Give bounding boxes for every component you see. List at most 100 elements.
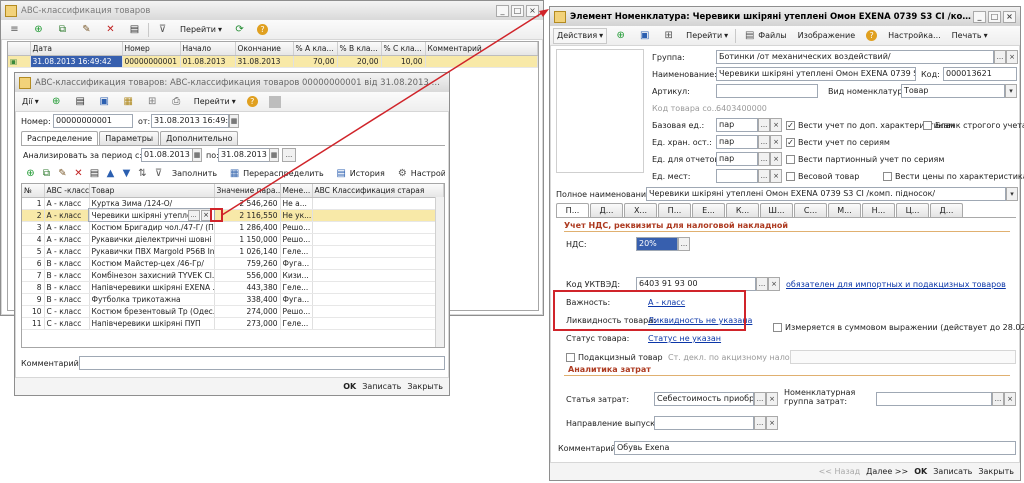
cell-manager[interactable]: Не ук... [280, 209, 313, 222]
item-tab[interactable]: Х... [624, 203, 657, 217]
clear-button[interactable]: × [200, 209, 212, 220]
table-row[interactable]: 7B - класс Комбінезон захисний TYVEK Cl..… [22, 269, 444, 282]
column-header[interactable] [8, 42, 31, 56]
kind-field[interactable]: Товар [901, 84, 1005, 98]
importance-link[interactable]: А - класс [648, 298, 685, 307]
comment-field[interactable] [79, 356, 445, 370]
comment-field[interactable]: Обувь Exena [614, 441, 1016, 455]
cell-abc-class[interactable]: B - класс [44, 293, 90, 306]
add-button[interactable]: ⊕ [46, 94, 67, 110]
period-to-field[interactable]: 31.08.2013 [218, 148, 270, 162]
cell-manager[interactable]: Решо... [280, 305, 313, 318]
clear-button[interactable]: × [770, 169, 782, 183]
table-row[interactable]: 1А - класс Куртка Зима /124-О/2 546,260 Не… [22, 197, 444, 210]
cell-value[interactable]: 1 026,140 [214, 245, 281, 258]
delete-button[interactable]: ✕ [100, 22, 121, 38]
select-button[interactable]: ... [758, 118, 770, 132]
tab-parameters[interactable]: Параметры [99, 131, 160, 145]
cell-product[interactable]: Напівчеревики шкіряні ПУП [89, 317, 215, 330]
item-tab[interactable]: Е... [692, 203, 725, 217]
cell-product[interactable]: Костюм Бригадир чол./47-Г/ (П... [89, 221, 215, 234]
table-row[interactable]: ▣ 31.08.2013 16:49:42 00000000001 01.08.… [8, 55, 538, 68]
help-button[interactable]: ? [253, 22, 272, 38]
cell-manager[interactable]: Гелe... [280, 317, 313, 330]
add-button[interactable]: ⊕ [610, 28, 631, 44]
cost-item-field[interactable]: Себестоимость приобрете [654, 392, 754, 406]
copy-row-icon[interactable]: ⧉ [40, 167, 53, 180]
cell-start[interactable]: 01.08.2013 [180, 55, 236, 68]
select-button[interactable]: ... [994, 50, 1006, 64]
cell-number[interactable]: 2 [22, 209, 45, 222]
cell-abc-class[interactable]: B - класс [44, 269, 90, 282]
select-button[interactable]: ... [992, 392, 1004, 406]
table-row[interactable]: 11 C - класс Напівчеревики шкіряні ПУП 273,… [22, 317, 444, 330]
cell-product[interactable]: Комбінезон захисний TYVEK Cl... [89, 269, 215, 282]
column-header[interactable]: Комментарий [425, 42, 538, 56]
table-row[interactable]: 5А - класс Рукавички ПВХ Margold P56B In.… [22, 245, 444, 258]
cell-value[interactable]: 759,260 [214, 257, 281, 270]
excise-checkbox[interactable] [566, 353, 575, 362]
item-tab[interactable]: К... [726, 203, 759, 217]
vat-field[interactable]: 20% [636, 237, 678, 251]
cell-old-class[interactable] [312, 281, 444, 294]
calendar-button[interactable]: ▦ [229, 114, 239, 128]
cell-abc-class[interactable]: B - класс [44, 281, 90, 294]
base-unit-field[interactable]: пар [716, 118, 758, 132]
table-row[interactable]: 2А - класс Черевики шкіряні утеплені ×... 2… [22, 208, 444, 222]
product-image[interactable] [556, 49, 644, 173]
cell-number[interactable]: 00000000001 [122, 55, 181, 68]
settings-button[interactable]: Настройка... [884, 28, 945, 44]
menu-button[interactable]: ≡ [4, 22, 25, 38]
column-header[interactable]: % С кла... [381, 42, 426, 56]
cell-product[interactable]: Напівчеревики шкіряні EXENA ... [89, 281, 215, 294]
period-select-button[interactable]: ... [282, 148, 296, 162]
go-button[interactable]: Перейти ▾ [682, 28, 732, 44]
select-button[interactable]: ... [678, 237, 690, 251]
add-row-icon[interactable]: ⊕ [24, 167, 37, 180]
column-header[interactable]: Значение пара... [214, 184, 281, 198]
end-edit-icon[interactable]: ▤ [88, 167, 101, 180]
select-button[interactable]: ... [758, 152, 770, 166]
cell-old-class[interactable] [312, 257, 444, 270]
save-button[interactable]: ▣ [634, 28, 655, 44]
cell-value[interactable]: 338,400 [214, 293, 281, 306]
uktved-field[interactable]: 6403 91 93 00 [636, 277, 756, 291]
clear-button[interactable]: × [770, 135, 782, 149]
cell-old-class[interactable] [312, 269, 444, 282]
place-unit-field[interactable] [716, 169, 758, 183]
uktved-hint-link[interactable]: обязателен для импортных и подакцизных т… [786, 280, 1006, 289]
cell-abc-class[interactable]: C - класс [44, 305, 90, 318]
cell-old-class[interactable] [312, 293, 444, 306]
column-header[interactable]: % А кла... [293, 42, 338, 56]
report-button[interactable]: ▦ [118, 94, 139, 110]
cell-manager[interactable]: Фуга... [280, 293, 313, 306]
full-name-field[interactable]: Черевики шкіряні утеплені Омон EXENA 073… [646, 187, 1006, 201]
close-button[interactable]: Закрыть [407, 382, 443, 391]
cell-manager[interactable]: Решо... [280, 233, 313, 246]
add-button[interactable]: ⊕ [28, 22, 49, 38]
report-unit-field[interactable]: пар [716, 152, 758, 166]
item-tab[interactable]: Д... [930, 203, 963, 217]
item-tab[interactable]: Ш... [760, 203, 793, 217]
column-header[interactable]: % В кла... [337, 42, 382, 56]
save-button[interactable]: Записать [933, 467, 972, 476]
ok-button[interactable]: OK [343, 382, 356, 391]
minimize-button[interactable]: _ [973, 10, 986, 23]
nomenclature-titlebar[interactable]: Элемент Номенклатура: Черевики шкіряні у… [550, 7, 1020, 26]
redistribute-button[interactable]: ▦ Перераспределить [224, 165, 328, 181]
blank-button[interactable] [265, 94, 285, 110]
item-tab[interactable]: С... [794, 203, 827, 217]
save-button[interactable]: Записать [362, 382, 401, 391]
abc-document-titlebar[interactable]: ABC-классификация товаров: ABC-классифик… [15, 73, 449, 92]
cell-product[interactable]: Футболка трикотажна [89, 293, 215, 306]
table-row[interactable]: 10 C - класс Костюм брезентовый Тр (Одес..… [22, 305, 444, 318]
copy-button[interactable]: ⧉ [52, 22, 73, 38]
cell-product[interactable]: Костюм брезентовый Тр (Одес... [89, 305, 215, 318]
item-tab[interactable]: Ц... [896, 203, 929, 217]
cell-old-class[interactable] [312, 305, 444, 318]
refresh-button[interactable]: ⟳ [229, 22, 250, 38]
column-header[interactable]: Номер [122, 42, 181, 56]
prices-checkbox[interactable] [883, 172, 892, 181]
status-link[interactable]: Статус не указан [648, 334, 721, 343]
column-header[interactable]: Окончание [235, 42, 294, 56]
